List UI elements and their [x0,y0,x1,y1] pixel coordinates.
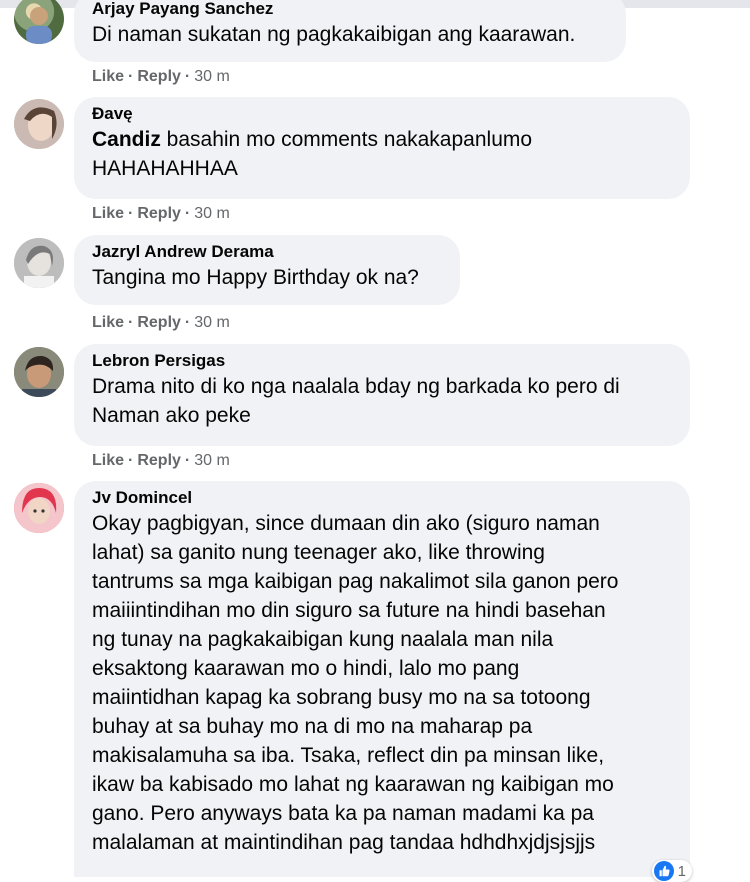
comment-author[interactable]: Đavę [92,103,672,125]
comment-text-line: Okay pagbigyan, since dumaan din ako (si… [92,512,600,535]
comment-text-line: Drama nito di ko nga naalala bday ng bar… [92,375,620,398]
comment-timestamp[interactable]: 30 m [194,314,230,331]
reaction-summary[interactable]: 1 [651,860,692,882]
comment-author[interactable]: Jv Domincel [92,487,672,509]
comment-author[interactable]: Arjay Payang Sanchez [92,0,608,20]
comment-text: Candiz basahin mo comments nakakapanlumo [92,125,672,154]
separator: · [184,205,191,222]
comment-actions: Like · Reply · 30 m [92,67,230,87]
comment-text-line: maiiintindihan mo din siguro sa future n… [92,599,606,622]
like-button[interactable]: Like [92,68,124,85]
comment-actions: Like · Reply · 30 m [92,313,230,333]
comment-text-line: gano. Pero anyways bata ka pa naman mada… [92,802,594,825]
avatar[interactable] [14,483,64,533]
comment-text: Tangina mo Happy Birthday ok na? [92,266,419,289]
comment-author[interactable]: Jazryl Andrew Derama [92,241,442,263]
separator: · [184,314,191,331]
comment-text-line: basahin mo comments nakakapanlumo [160,128,533,151]
separator: · [184,452,191,469]
like-button[interactable]: Like [92,452,124,469]
separator: · [184,68,191,85]
comment-text-line: HAHAHAHHAA [92,157,238,180]
mention-link[interactable]: Candiz [92,128,161,151]
reply-button[interactable]: Reply [137,68,181,85]
comment-text-line: ng tunay na pagkakaibigan kung naalala m… [92,628,554,651]
comment-bubble: Arjay Payang Sanchez Di naman sukatan ng… [74,0,626,62]
separator: · [128,452,134,469]
comment-bubble: Jazryl Andrew Derama Tangina mo Happy Bi… [74,235,460,305]
comment-text-line: makisalamuha sa iba. Tsaka, reflect din … [92,744,605,767]
comment-text-line: Naman ako peke [92,404,251,427]
reply-button[interactable]: Reply [137,205,181,222]
comment-author[interactable]: Lebron Persigas [92,350,672,372]
reply-button[interactable]: Reply [137,314,181,331]
comment-bubble: Đavę Candiz basahin mo comments nakakapa… [74,97,690,199]
comment-timestamp[interactable]: 30 m [194,205,230,222]
comment-bubble: Lebron Persigas Drama nito di ko nga naa… [74,344,690,446]
reply-button[interactable]: Reply [137,452,181,469]
comment-text-line: maiintidhan kapag ka sobrang busy mo na … [92,686,591,709]
comment-text-line: buhay at sa buhay mo na di mo na maharap… [92,715,533,738]
avatar[interactable] [14,347,64,397]
like-button[interactable]: Like [92,314,124,331]
separator: · [128,205,134,222]
comment-actions: Like · Reply · 30 m [92,451,230,471]
like-button[interactable]: Like [92,205,124,222]
comment-timestamp[interactable]: 30 m [194,452,230,469]
avatar[interactable] [14,0,64,44]
avatar[interactable] [14,238,64,288]
comment-text-line: tantrums sa mga kaibigan pag nakalimot s… [92,570,619,593]
avatar[interactable] [14,99,64,149]
comment-text-line: ikaw ba kabisado mo lahat ng kaarawan ng… [92,773,614,796]
comment-text-line: eksaktong kaarawan mo o hindi, lalo mo p… [92,657,520,680]
comment-text: Di naman sukatan ng pagkakaibigan ang ka… [92,23,576,46]
separator: · [128,314,134,331]
comment-actions: Like · Reply · 30 m [92,204,230,224]
comment-timestamp[interactable]: 30 m [194,68,230,85]
separator: · [128,68,134,85]
comment-text-line: malalaman at maintindihan pag tandaa hdh… [92,831,596,854]
like-icon [653,861,674,881]
comment-bubble: Jv Domincel Okay pagbigyan, since dumaan… [74,481,690,877]
comment-text-line: lahat) sa ganito nung teenager ako, like… [92,541,545,564]
